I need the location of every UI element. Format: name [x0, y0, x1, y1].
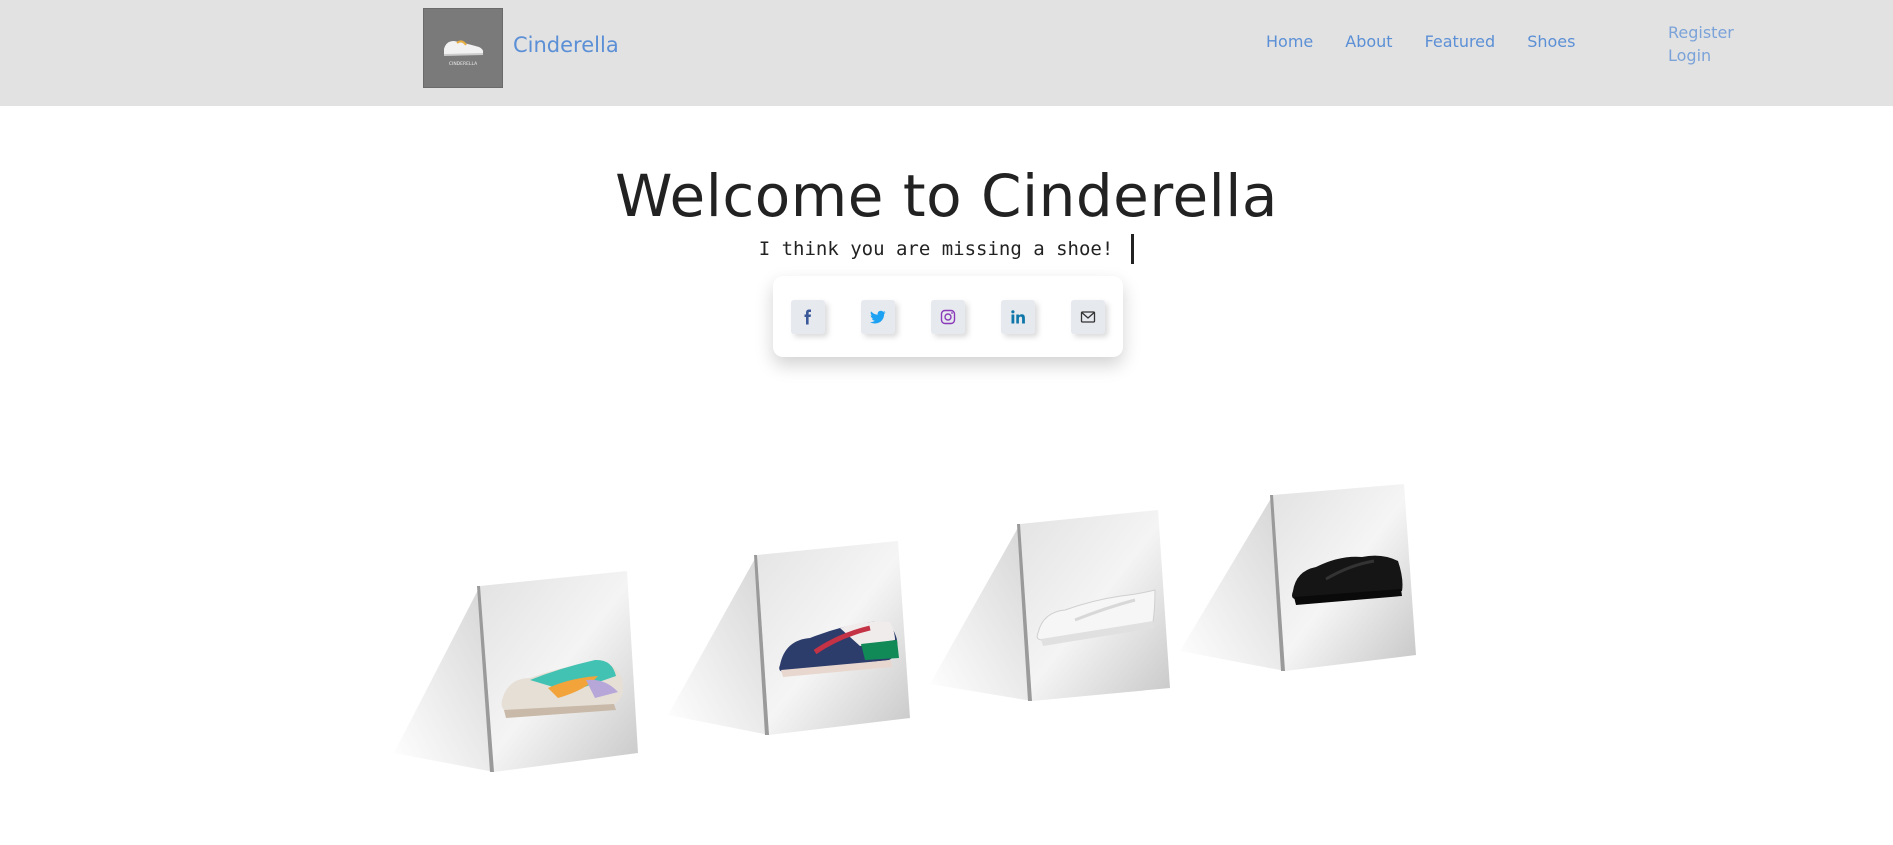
- shoe-card-pastel[interactable]: [390, 560, 650, 780]
- nav-shoes[interactable]: Shoes: [1527, 32, 1575, 51]
- typed-subtitle: I think you are missing a shoe!: [758, 238, 1114, 261]
- instagram-icon: [940, 309, 956, 325]
- linkedin-button[interactable]: [1001, 300, 1035, 334]
- nav-featured[interactable]: Featured: [1425, 32, 1496, 51]
- mail-icon: [1080, 311, 1096, 323]
- nav-about[interactable]: About: [1345, 32, 1392, 51]
- typing-caret: [1131, 234, 1135, 264]
- logo-shoe-icon: CINDERELLA: [443, 40, 484, 67]
- subtitle-row: I think you are missing a shoe!: [0, 234, 1893, 266]
- twitter-icon: [870, 310, 886, 324]
- auth-links: Register Login: [1668, 23, 1734, 65]
- shoe-card-pastel-graphic: [394, 571, 638, 772]
- shoe-card-navy-green[interactable]: [665, 540, 925, 740]
- register-link[interactable]: Register: [1668, 23, 1734, 42]
- shoe-card-white-graphic: [930, 510, 1170, 701]
- navbar: CINDERELLA Cinderella Home About Feature…: [0, 0, 1893, 106]
- facebook-icon: [804, 309, 811, 325]
- email-button[interactable]: [1071, 300, 1105, 334]
- social-links-card: [773, 276, 1123, 357]
- shoe-card-navy-graphic: [668, 541, 910, 735]
- logo[interactable]: CINDERELLA: [423, 8, 503, 88]
- shoe-card-black-graphic: [1180, 484, 1416, 671]
- main-nav: Home About Featured Shoes: [1266, 32, 1607, 51]
- brand-link[interactable]: Cinderella: [513, 33, 619, 57]
- instagram-button[interactable]: [931, 300, 965, 334]
- shoe-card-white[interactable]: [925, 508, 1180, 708]
- logo-text: CINDERELLA: [449, 61, 478, 67]
- shoe-card-black[interactable]: [1178, 483, 1423, 678]
- twitter-button[interactable]: [861, 300, 895, 334]
- page-title: Welcome to Cinderella: [615, 162, 1278, 230]
- nav-home[interactable]: Home: [1266, 32, 1313, 51]
- linkedin-icon: [1011, 310, 1025, 324]
- facebook-button[interactable]: [791, 300, 825, 334]
- login-link[interactable]: Login: [1668, 46, 1734, 65]
